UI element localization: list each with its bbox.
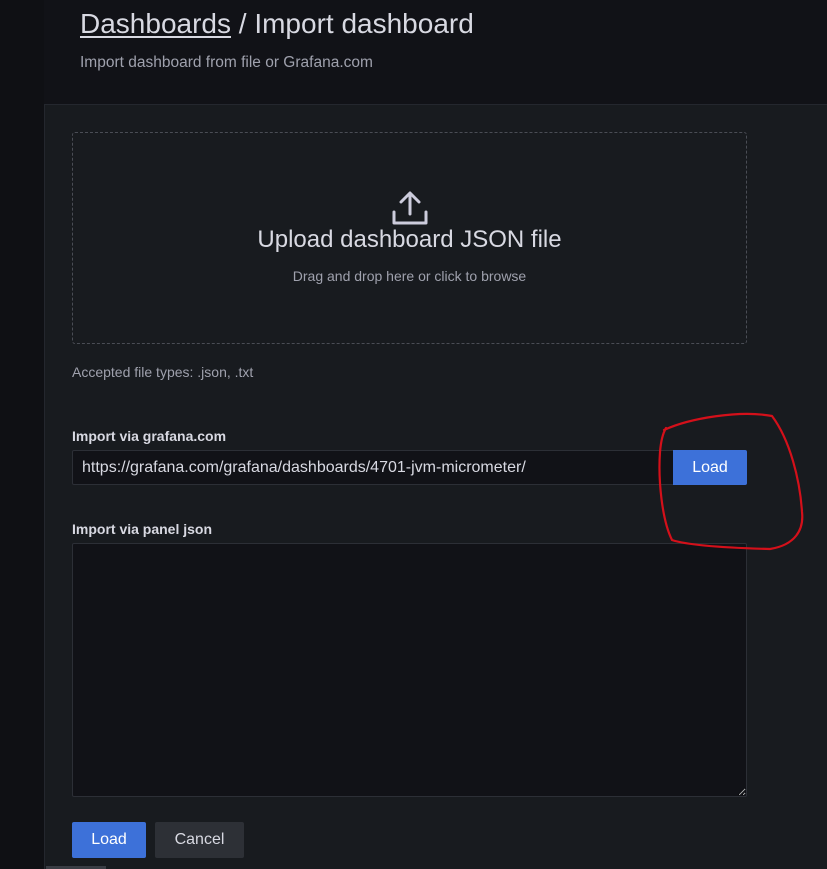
panel-json-textarea[interactable] [72, 543, 747, 797]
import-dashboard-page: Dashboards / Import dashboard Import das… [0, 0, 827, 869]
upload-hint: Drag and drop here or click to browse [292, 268, 527, 284]
grafana-url-input[interactable] [72, 450, 674, 485]
page-title: Dashboards / Import dashboard [80, 8, 474, 40]
breadcrumb-dashboards-link[interactable]: Dashboards [80, 8, 231, 39]
breadcrumb-separator: / [230, 8, 255, 39]
accepted-file-types: Accepted file types: .json, .txt [72, 364, 254, 380]
grafana-import-label: Import via grafana.com [72, 428, 227, 444]
upload-title: Upload dashboard JSON file [257, 226, 562, 253]
page-subtitle: Import dashboard from file or Grafana.co… [80, 54, 373, 71]
sidebar-edge [0, 0, 44, 869]
upload-icon [392, 191, 428, 225]
cancel-button[interactable]: Cancel [155, 822, 244, 858]
panel-json-label: Import via panel json [72, 521, 213, 537]
breadcrumb-current: Import dashboard [254, 8, 474, 39]
load-button[interactable]: Load [72, 822, 146, 858]
load-url-button[interactable]: Load [673, 450, 747, 485]
